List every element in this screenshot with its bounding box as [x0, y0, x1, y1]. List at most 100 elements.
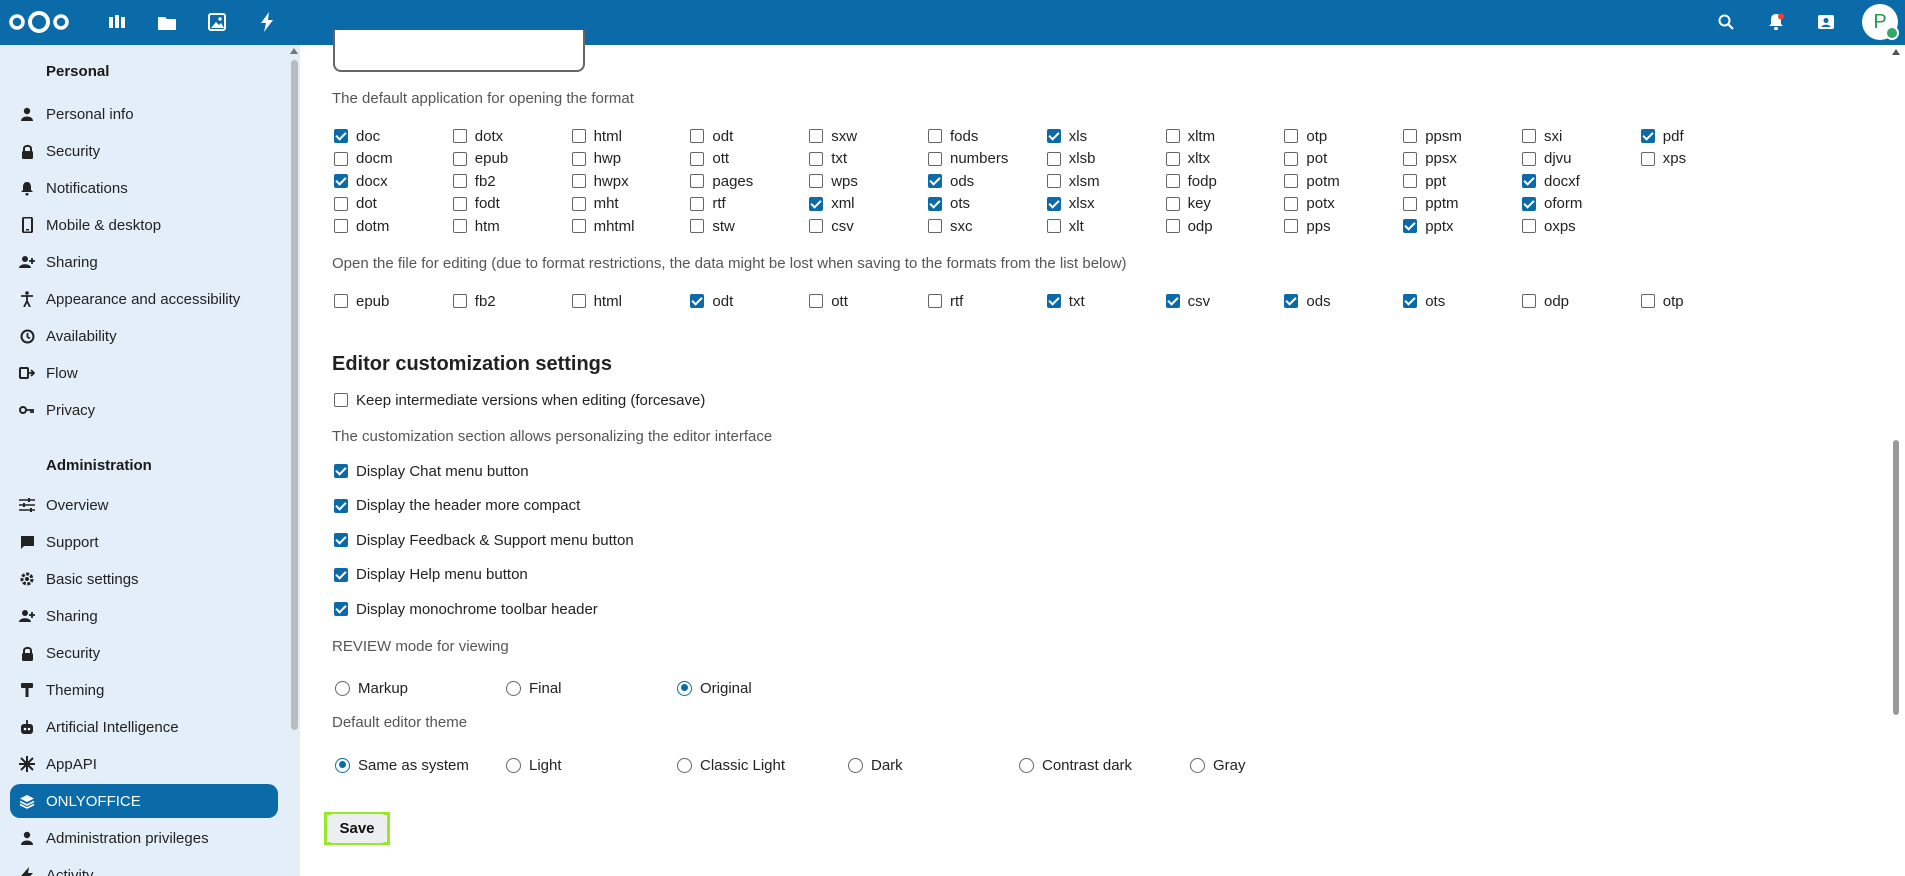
format-mhtml-checkbox[interactable]: mhtml — [571, 216, 634, 236]
sidebar-item-onlyoffice[interactable]: ONLYOFFICE — [10, 784, 278, 818]
format-txt-checkbox[interactable]: txt — [809, 149, 847, 169]
forcesave-checkbox[interactable]: Keep intermediate versions when editing … — [334, 390, 705, 410]
checkbox-box[interactable] — [1284, 196, 1299, 211]
checkbox-box[interactable] — [928, 129, 942, 143]
checkbox-box[interactable] — [334, 196, 348, 211]
checkbox-box[interactable] — [690, 219, 705, 233]
format-html-checkbox[interactable]: html — [571, 126, 622, 146]
checkbox-box[interactable] — [334, 602, 348, 616]
checkbox-box[interactable] — [1284, 151, 1299, 166]
sidebar-item-sharing[interactable]: Sharing — [10, 245, 278, 279]
edit-format-ods-checkbox[interactable]: ods — [1284, 291, 1331, 311]
format-stw-checkbox[interactable]: stw — [690, 216, 735, 236]
sidebar-item-sharing[interactable]: Sharing — [10, 599, 278, 633]
radio-circle[interactable] — [335, 757, 350, 773]
format-pps-checkbox[interactable]: pps — [1284, 216, 1331, 236]
format-doc-checkbox[interactable]: doc — [334, 126, 380, 146]
checkbox-box[interactable] — [571, 219, 586, 233]
sidebar-item-artificial-intelligence[interactable]: Artificial Intelligence — [10, 710, 278, 744]
format-xltx-checkbox[interactable]: xltx — [1165, 149, 1210, 169]
radio-circle[interactable] — [335, 680, 350, 696]
sidebar-item-privacy[interactable]: Privacy — [10, 393, 278, 427]
sidebar-item-security[interactable]: Security — [10, 636, 278, 670]
sidebar-item-availability[interactable]: Availability — [10, 319, 278, 353]
sidebar-item-notifications[interactable]: Notifications — [10, 171, 278, 205]
radio-circle[interactable] — [1019, 757, 1034, 773]
format-ots-checkbox[interactable]: ots — [928, 194, 970, 214]
format-odp-checkbox[interactable]: odp — [1165, 216, 1213, 236]
checkbox-box[interactable] — [809, 196, 824, 211]
format-xls-checkbox[interactable]: xls — [1046, 126, 1087, 146]
checkbox-box[interactable] — [1046, 294, 1061, 308]
format-numbers-checkbox[interactable]: numbers — [928, 149, 1008, 169]
format-htm-checkbox[interactable]: htm — [452, 216, 500, 236]
format-pages-checkbox[interactable]: pages — [690, 171, 753, 191]
checkbox-box[interactable] — [1165, 294, 1180, 308]
files-icon[interactable] — [156, 11, 178, 33]
format-pptx-checkbox[interactable]: pptx — [1403, 216, 1454, 236]
checkbox-box[interactable] — [928, 174, 942, 188]
format-fods-checkbox[interactable]: fods — [928, 126, 978, 146]
search-icon[interactable] — [1715, 11, 1737, 33]
edit-format-ots-checkbox[interactable]: ots — [1403, 291, 1445, 311]
sidebar-item-mobile-desktop[interactable]: Mobile & desktop — [10, 208, 278, 242]
checkbox-box[interactable] — [690, 151, 705, 166]
edit-format-epub-checkbox[interactable]: epub — [334, 291, 389, 311]
checkbox-box[interactable] — [1046, 196, 1061, 211]
checkbox-box[interactable] — [1165, 174, 1180, 188]
format-ott-checkbox[interactable]: ott — [690, 149, 729, 169]
radio-circle[interactable] — [677, 680, 692, 696]
dashboard-icon[interactable] — [106, 11, 128, 33]
contacts-icon[interactable] — [1815, 11, 1837, 33]
format-ppsm-checkbox[interactable]: ppsm — [1403, 126, 1462, 146]
checkbox-box[interactable] — [1640, 151, 1655, 166]
format-ppsx-checkbox[interactable]: ppsx — [1403, 149, 1457, 169]
format-pot-checkbox[interactable]: pot — [1284, 149, 1327, 169]
nextcloud-logo-icon[interactable] — [8, 10, 70, 34]
checkbox-box[interactable] — [1403, 196, 1418, 211]
checkbox-box[interactable] — [571, 294, 586, 308]
format-dotm-checkbox[interactable]: dotm — [334, 216, 389, 236]
photos-icon[interactable] — [206, 11, 228, 33]
edit-format-csv-checkbox[interactable]: csv — [1165, 291, 1210, 311]
checkbox-box[interactable] — [1046, 151, 1061, 166]
format-xltm-checkbox[interactable]: xltm — [1165, 126, 1215, 146]
checkbox-box[interactable] — [690, 196, 705, 211]
theme-same-as-system-radio[interactable]: Same as system — [335, 755, 469, 775]
edit-format-otp-checkbox[interactable]: otp — [1640, 291, 1684, 311]
checkbox-box[interactable] — [1522, 129, 1536, 143]
sidebar-item-appearance-and-accessibility[interactable]: Appearance and accessibility — [10, 282, 278, 316]
sidebar-item-theming[interactable]: Theming — [10, 673, 278, 707]
edit-format-fb2-checkbox[interactable]: fb2 — [452, 291, 496, 311]
checkbox-box[interactable] — [1046, 129, 1061, 143]
checkbox-box[interactable] — [452, 196, 467, 211]
checkbox-box[interactable] — [690, 174, 705, 188]
format-docm-checkbox[interactable]: docm — [334, 149, 393, 169]
format-hwpx-checkbox[interactable]: hwpx — [571, 171, 629, 191]
checkbox-box[interactable] — [334, 464, 348, 478]
sidebar-scroll-up-icon[interactable] — [290, 48, 298, 54]
format-xlsx-checkbox[interactable]: xlsx — [1046, 194, 1095, 214]
checkbox-box[interactable] — [571, 196, 586, 211]
checkbox-box[interactable] — [1165, 151, 1180, 166]
checkbox-box[interactable] — [452, 129, 467, 143]
format-epub-checkbox[interactable]: epub — [452, 149, 508, 169]
radio-circle[interactable] — [506, 757, 521, 773]
checkbox-box[interactable] — [1403, 151, 1418, 166]
checkbox-box[interactable] — [334, 219, 348, 233]
sidebar-item-activity[interactable]: Activity — [10, 858, 278, 876]
format-dotx-checkbox[interactable]: dotx — [452, 126, 503, 146]
format-docx-checkbox[interactable]: docx — [334, 171, 388, 191]
sidebar-item-flow[interactable]: Flow — [10, 356, 278, 390]
checkbox-box[interactable] — [1284, 219, 1299, 233]
checkbox-box[interactable] — [1046, 174, 1061, 188]
format-sxw-checkbox[interactable]: sxw — [809, 126, 857, 146]
checkbox-box[interactable] — [334, 174, 348, 188]
user-avatar[interactable]: P — [1862, 4, 1899, 40]
edit-format-html-checkbox[interactable]: html — [571, 291, 622, 311]
format-otp-checkbox[interactable]: otp — [1284, 126, 1327, 146]
format-fodp-checkbox[interactable]: fodp — [1165, 171, 1217, 191]
theme-dark-radio[interactable]: Dark — [848, 755, 903, 775]
checkbox-box[interactable] — [334, 151, 348, 166]
format-csv-checkbox[interactable]: csv — [809, 216, 854, 236]
